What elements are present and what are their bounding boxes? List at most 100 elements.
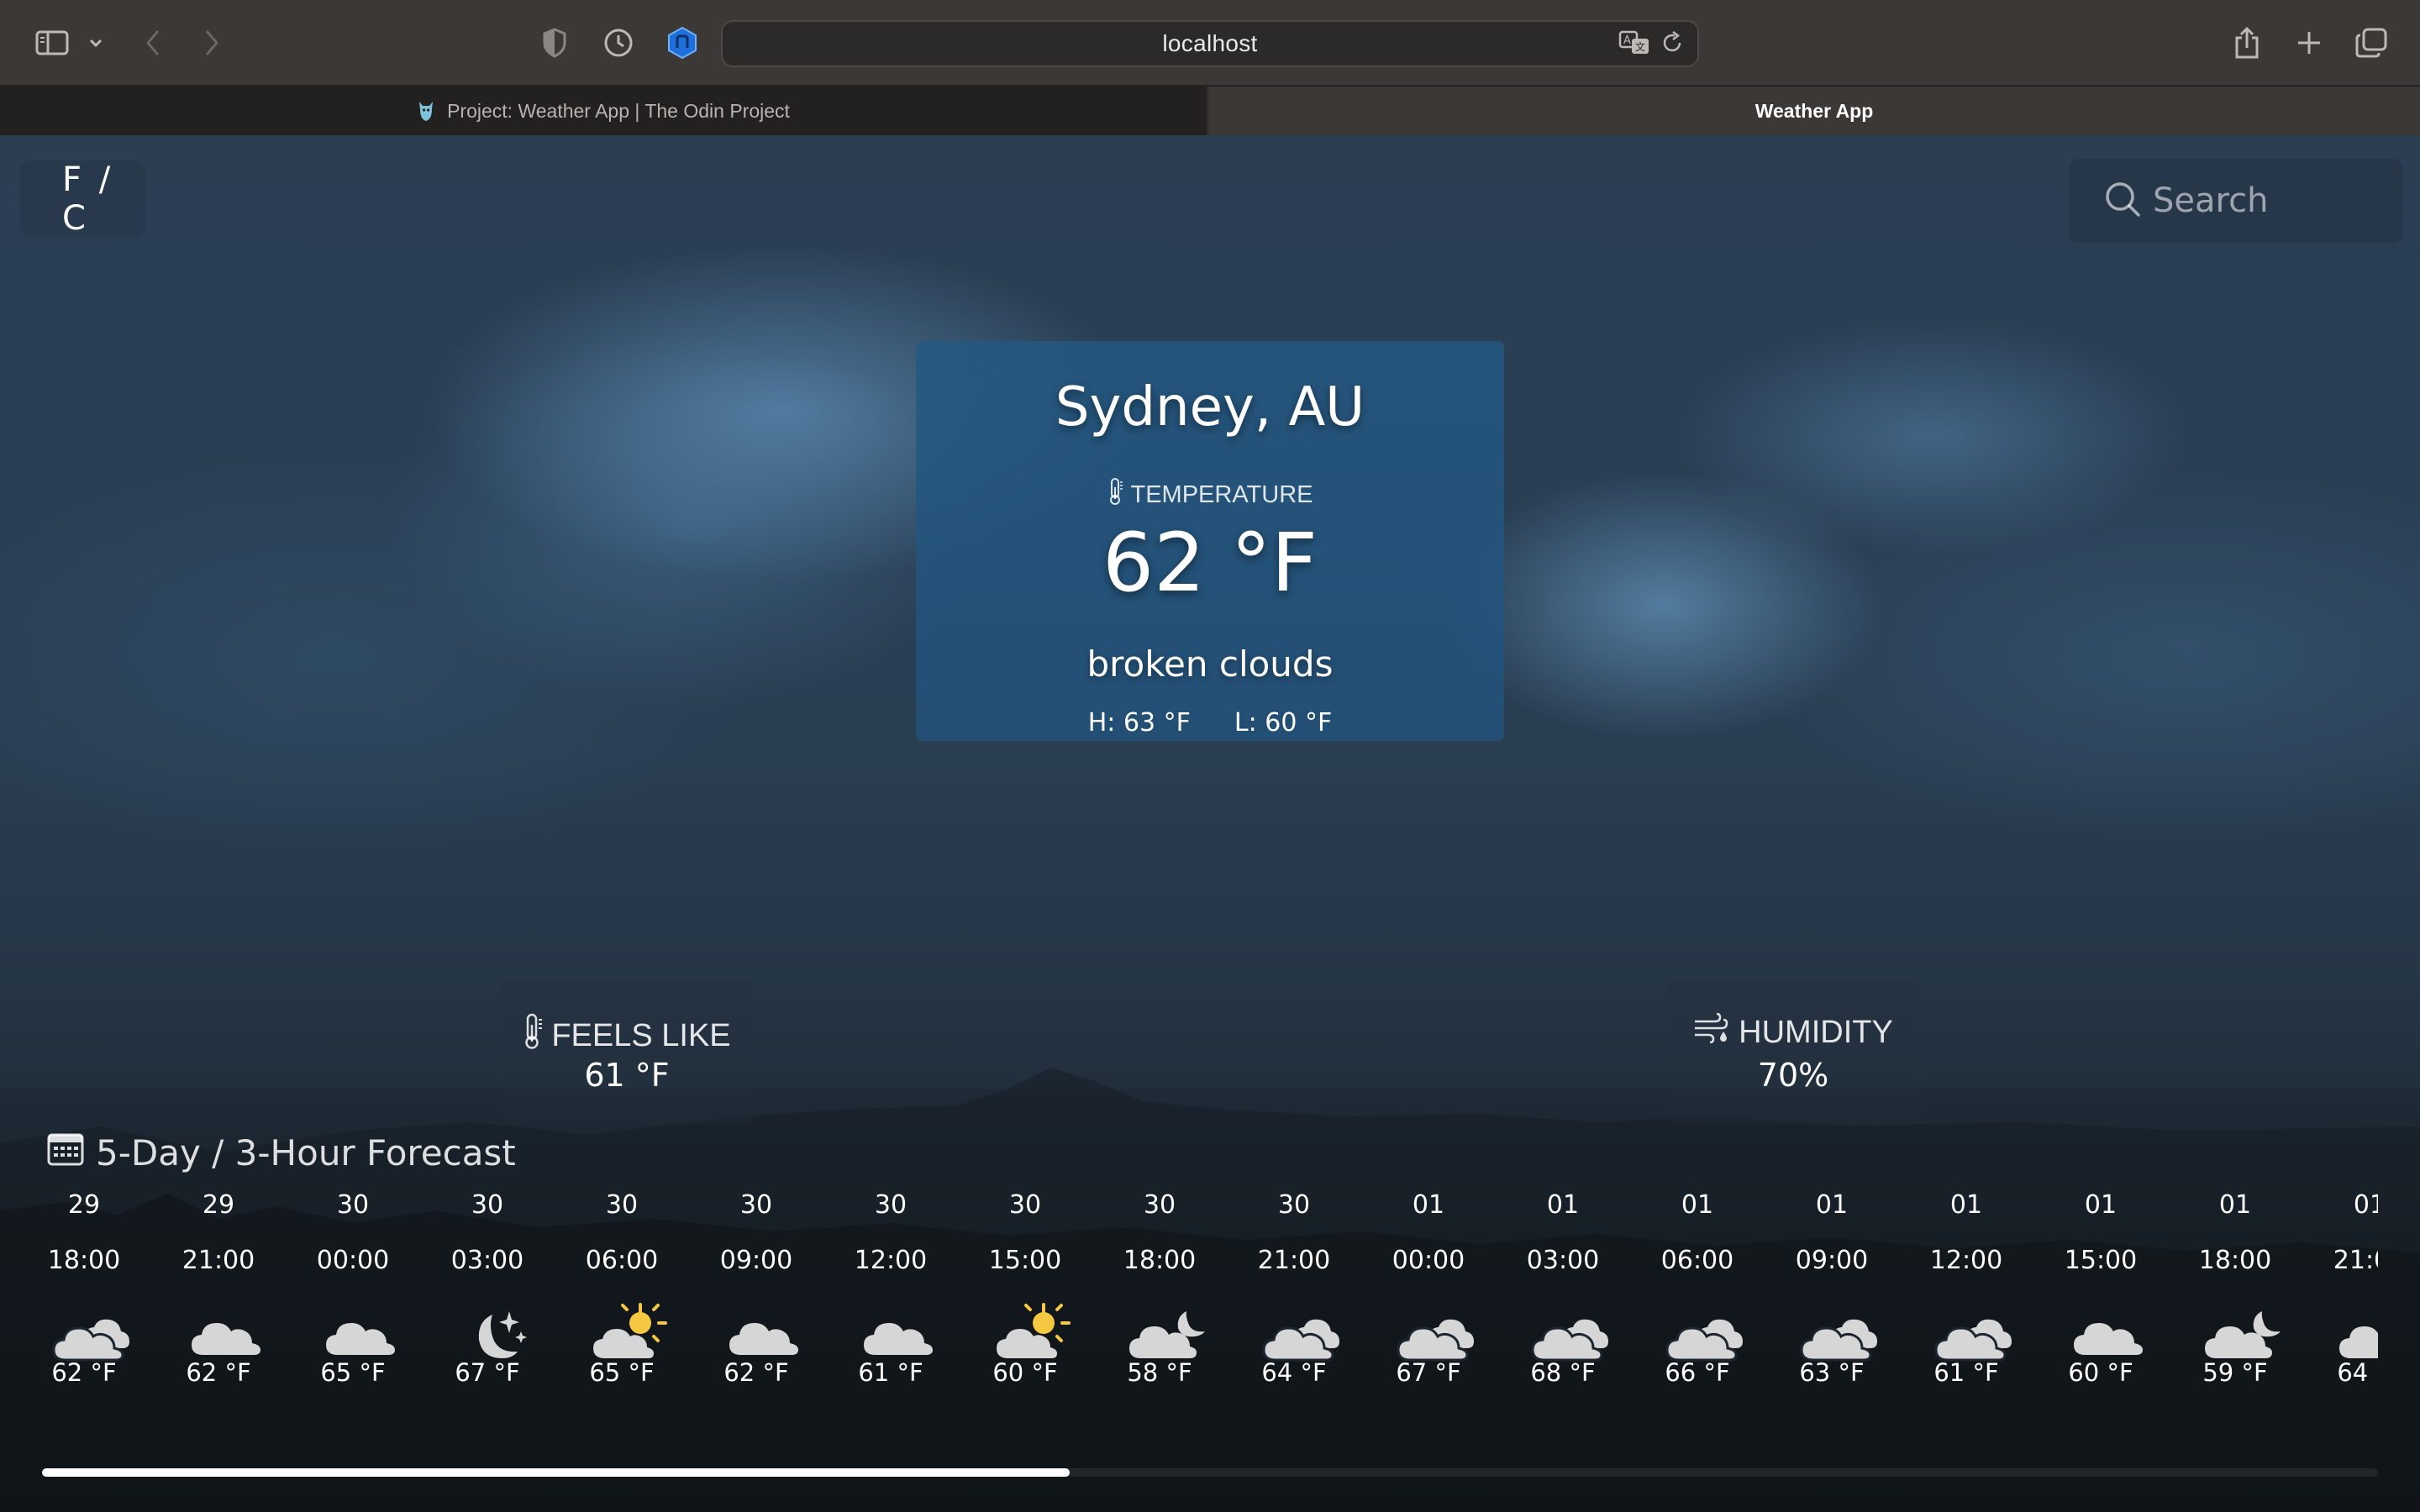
address-bar[interactable]: localhost A文 [721,20,1699,67]
forecast-item: 30 06:00 65 °F [555,1190,689,1392]
search-icon [2104,181,2141,222]
forecast-date: 01 [2084,1190,2118,1220]
forecast-time: 12:00 [854,1246,928,1275]
humidity-label: HUMIDITY [1739,1014,1893,1050]
forecast-date: 30 [739,1190,773,1220]
cloudy-icon [52,1319,129,1362]
forecast-temp: 68 °F [1530,1358,1596,1387]
tab-label: Project: Weather App | The Odin Project [447,99,790,122]
moon-cloud-icon [1129,1311,1205,1358]
forecast-time: 21:00 [182,1246,255,1275]
cloud-icon [326,1323,395,1355]
forecast-item: 30 00:00 65 °F [286,1190,420,1392]
search-box[interactable] [2069,159,2403,243]
cloudy-icon [1531,1319,1608,1362]
forecast-item: 01 06:00 66 °F [1630,1190,1765,1392]
forecast-temp: 67 °F [455,1358,520,1387]
forecast-temp: 58 °F [1127,1358,1192,1387]
forecast-date: 30 [336,1190,370,1220]
forecast-item: 01 15:00 60 °F [2033,1190,2168,1392]
forecast-strip[interactable]: 29 18:00 62 °F 29 21:00 62 °F 30 00:00 65 °F 30 03… [17,1190,2378,1392]
temperature-label: TEMPERATURE [1130,480,1313,508]
forecast-item: 29 18:00 62 °F [17,1190,151,1392]
forecast-time: 00:00 [1392,1246,1465,1275]
tab-overview-icon[interactable] [2353,24,2390,62]
forward-icon[interactable] [195,24,229,62]
forecast-date: 30 [471,1190,504,1220]
extension-icon[interactable] [664,24,701,62]
forecast-item: 01 09:00 63 °F [1765,1190,1899,1392]
calendar-icon [47,1131,84,1174]
forecast-item: 30 18:00 58 °F [1092,1190,1227,1392]
thermometer-icon [1107,477,1124,512]
history-clock-icon[interactable] [600,24,637,62]
chevron-down-icon[interactable] [84,24,108,62]
unit-toggle-button[interactable]: F / C [20,160,146,238]
forecast-item: 01 12:00 61 °F [1899,1190,2033,1392]
new-tab-icon[interactable] [2291,24,2328,62]
forecast-date: 30 [605,1190,639,1220]
forecast-item: 30 12:00 61 °F [823,1190,958,1392]
feels-like-label-row: FEELS LIKE [501,1013,753,1058]
temperature-label-row: TEMPERATURE [916,477,1504,512]
cloudy-icon [1665,1319,1743,1362]
forecast-time: 18:00 [2198,1246,2272,1275]
cloud-icon [864,1323,933,1355]
forecast-scrollbar-thumb[interactable] [42,1468,1070,1477]
forecast-date: 01 [2218,1190,2252,1220]
url-text: localhost [1162,30,1258,56]
share-icon[interactable] [2228,24,2265,62]
low-temperature: L: 60 °F [1234,708,1333,738]
forecast-item: 30 15:00 60 °F [958,1190,1092,1392]
forecast-time: 18:00 [47,1246,121,1275]
forecast-temp: 65 °F [589,1358,655,1387]
forecast-time: 09:00 [719,1246,793,1275]
forecast-time: 21:00 [1257,1246,1331,1275]
forecast-item: 01 00:00 67 °F [1361,1190,1496,1392]
svg-text:A: A [1623,34,1631,47]
sidebar-toggle-icon[interactable] [32,24,72,62]
forecast-time: 18:00 [1123,1246,1197,1275]
cloud-icon [192,1323,260,1355]
sun-cloud-icon [593,1303,667,1358]
forecast-scrollbar[interactable] [42,1468,2378,1477]
svg-text:文: 文 [1635,40,1645,53]
forecast-item: 01 03:00 68 °F [1496,1190,1630,1392]
browser-toolbar: localhost A文 [0,0,2420,86]
privacy-shield-icon[interactable] [538,24,571,62]
forecast-time: 06:00 [585,1246,659,1275]
forecast-title: 5-Day / 3-Hour Forecast [96,1131,516,1173]
humidity-label-row: HUMIDITY [1667,1012,1919,1052]
cloud-icon [2074,1323,2143,1355]
forecast-item: 01 18:00 59 °F [2168,1190,2302,1392]
forecast-temp: 60 °F [2068,1358,2133,1387]
forecast-date: 29 [202,1190,235,1220]
forecast-date: 01 [1681,1190,1714,1220]
sun-cloud-icon [997,1303,1071,1358]
forecast-date: 01 [1815,1190,1849,1220]
forecast-date: 30 [874,1190,908,1220]
wind-droplet-icon [1693,1012,1732,1052]
tab-bar: Project: Weather App | The Odin Project … [0,87,2420,135]
forecast-time: 03:00 [450,1246,524,1275]
forecast-time: 15:00 [2064,1246,2138,1275]
cloud-icon [729,1323,798,1355]
back-icon[interactable] [136,24,170,62]
forecast-item: 30 09:00 62 °F [689,1190,823,1392]
forecast-date: 01 [1412,1190,1445,1220]
current-temperature: 62 °F [1102,516,1318,610]
high-temperature: H: 63 °F [1087,708,1191,738]
moon-cloud-icon [2205,1311,2281,1358]
forecast-item: 01 21:00 64 °F [2302,1190,2378,1392]
moon-cloud-icon [2339,1326,2378,1358]
cloudy-icon [1262,1319,1339,1362]
search-input[interactable] [2153,181,2388,220]
reload-icon[interactable] [1662,30,1684,60]
high-low-row: H: 63 °F L: 60 °F [916,708,1504,738]
weather-page: F / C Sydney, AU TEMPERATURE 62 °F broke… [0,135,2420,1512]
forecast-temp: 63 °F [1799,1358,1865,1387]
translate-icon[interactable]: A文 [1618,30,1650,60]
tab-odin-project[interactable]: Project: Weather App | The Odin Project [0,87,1207,135]
tab-weather-app[interactable]: Weather App [1208,87,2420,135]
thermometer-icon [523,1013,544,1058]
